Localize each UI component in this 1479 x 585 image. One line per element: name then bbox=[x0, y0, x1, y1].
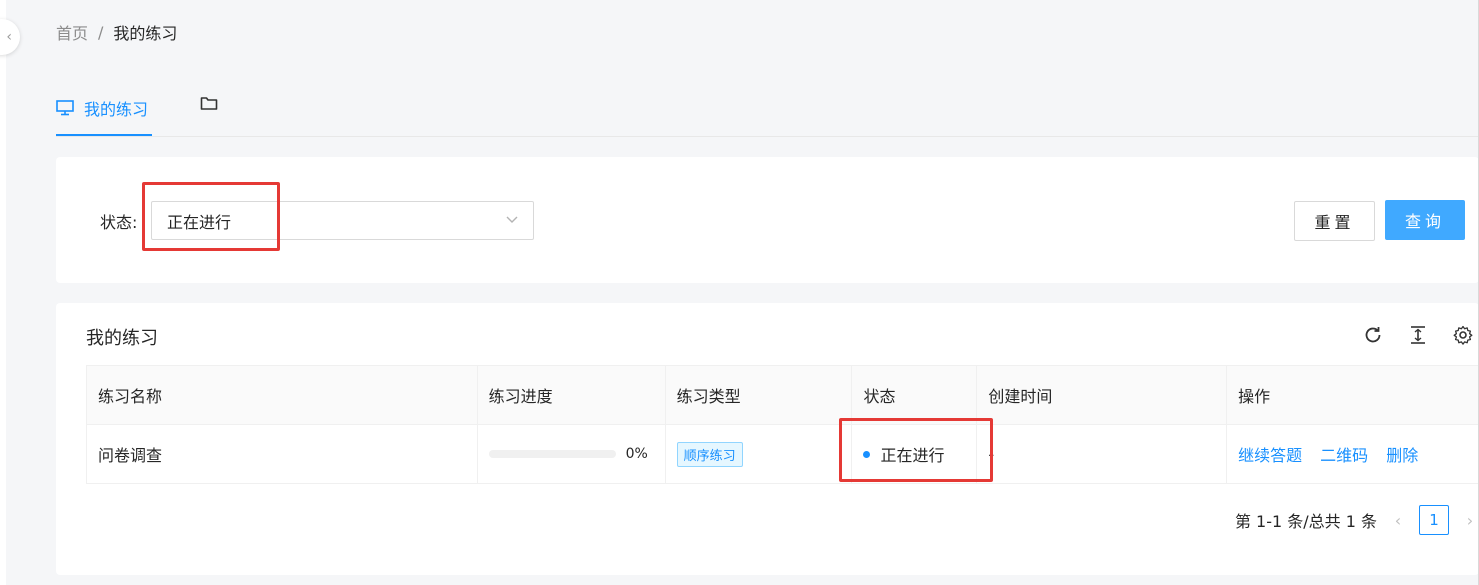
reload-icon[interactable] bbox=[1361, 323, 1385, 347]
tab-bar: 我的练习 bbox=[56, 80, 1479, 137]
chevron-down-icon bbox=[506, 216, 518, 223]
progress-text: 0% bbox=[625, 446, 648, 462]
left-edge bbox=[0, 0, 6, 585]
tab-label: 我的练习 bbox=[84, 100, 149, 119]
reset-button[interactable]: 重置 bbox=[1294, 201, 1375, 241]
prev-page-button[interactable]: ‹ bbox=[1389, 511, 1407, 530]
cell-status: 正在进行 bbox=[851, 424, 978, 484]
qrcode-link[interactable]: 二维码 bbox=[1320, 446, 1368, 465]
status-select[interactable]: 正在进行 bbox=[151, 201, 534, 240]
status-select-value: 正在进行 bbox=[167, 212, 232, 232]
column-header: 状态 bbox=[851, 365, 978, 425]
breadcrumb: 首页 / 我的练习 bbox=[56, 20, 177, 44]
status-text: 正在进行 bbox=[880, 446, 945, 465]
table-title: 我的练习 bbox=[86, 328, 158, 349]
column-header: 创建时间 bbox=[976, 365, 1228, 425]
cell-progress: 0% bbox=[477, 424, 666, 484]
filter-card: 状态: 正在进行 重置 查询 bbox=[56, 157, 1479, 283]
next-page-button[interactable]: › bbox=[1461, 511, 1479, 530]
tab-folder[interactable] bbox=[200, 96, 218, 111]
cell-created: - bbox=[976, 424, 1228, 484]
monitor-icon bbox=[56, 100, 74, 116]
type-tag: 顺序练习 bbox=[676, 441, 743, 467]
table-header-row: 练习名称 练习进度 练习类型 状态 创建时间 操作 bbox=[86, 365, 1479, 425]
column-header: 练习名称 bbox=[86, 365, 478, 425]
query-button[interactable]: 查询 bbox=[1385, 200, 1465, 240]
breadcrumb-separator: / bbox=[98, 22, 104, 42]
page-1-button[interactable]: 1 bbox=[1419, 505, 1449, 535]
tab-my-practice[interactable]: 我的练习 bbox=[56, 96, 153, 136]
table-card: 我的练习 练习名称 练习进度 练习类型 状态 创建时间 操作 问卷调查 0% 顺… bbox=[56, 303, 1479, 575]
chevron-left-icon: ‹ bbox=[6, 29, 12, 45]
breadcrumb-current: 我的练习 bbox=[113, 24, 178, 43]
status-badge: 正在进行 bbox=[863, 442, 976, 466]
settings-icon[interactable] bbox=[1451, 323, 1475, 347]
practice-table: 练习名称 练习进度 练习类型 状态 创建时间 操作 问卷调查 0% 顺序练习 正… bbox=[86, 365, 1479, 484]
folder-icon bbox=[200, 97, 218, 110]
cell-actions: 继续答题 二维码 删除 bbox=[1226, 424, 1479, 484]
pagination-summary: 第 1-1 条/总共 1 条 bbox=[1234, 512, 1377, 531]
status-filter-label: 状态: bbox=[100, 213, 138, 232]
column-height-icon[interactable] bbox=[1406, 323, 1430, 347]
column-header: 练习进度 bbox=[477, 365, 666, 425]
cell-name: 问卷调查 bbox=[86, 424, 478, 484]
status-dot-icon bbox=[863, 450, 871, 458]
column-header: 操作 bbox=[1226, 365, 1479, 425]
breadcrumb-home[interactable]: 首页 bbox=[56, 20, 88, 44]
table-row: 问卷调查 0% 顺序练习 正在进行 - 继续答题 二维码 删除 bbox=[86, 424, 1479, 484]
sidebar-collapse-button[interactable]: ‹ bbox=[0, 19, 20, 55]
progress-track bbox=[488, 450, 616, 458]
progress-bar: 0% bbox=[488, 446, 665, 462]
delete-link[interactable]: 删除 bbox=[1386, 446, 1418, 465]
cell-type: 顺序练习 bbox=[665, 424, 853, 484]
pagination: 第 1-1 条/总共 1 条 ‹ 1 › bbox=[1235, 505, 1479, 535]
column-header: 练习类型 bbox=[665, 365, 853, 425]
continue-answer-link[interactable]: 继续答题 bbox=[1238, 446, 1302, 465]
